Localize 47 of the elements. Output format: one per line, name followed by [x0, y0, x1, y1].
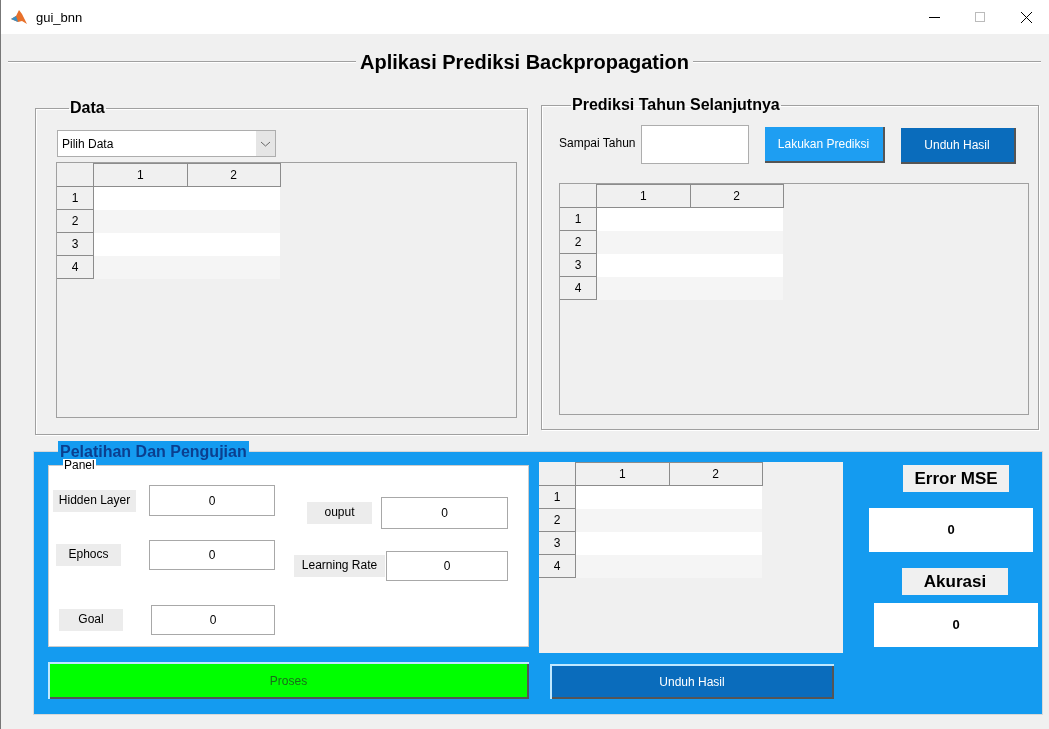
row-header: 2 [539, 508, 576, 532]
row-header: 3 [560, 253, 597, 277]
number-field[interactable]: 0 [386, 551, 508, 581]
panel-title: Panel [63, 459, 96, 471]
app-icon [10, 8, 28, 26]
field-label: ouput [307, 502, 372, 524]
row-header: 2 [560, 230, 597, 254]
group-title: Prediksi Tahun Selanjutnya [571, 95, 781, 115]
row-header: 4 [539, 554, 576, 578]
field-label: Hidden Layer [53, 489, 136, 512]
row-header: 4 [57, 255, 94, 279]
row-header: 3 [539, 531, 576, 555]
year-field[interactable] [640, 125, 749, 164]
row-header: 1 [560, 207, 597, 231]
metric-label: Akurasi [902, 568, 1008, 595]
metric-value: 0 [874, 603, 1038, 647]
data-dropdown[interactable]: Pilih Data [57, 130, 276, 157]
window-title: gui_bnn [36, 9, 83, 25]
number-field[interactable]: 0 [149, 540, 275, 570]
number-field[interactable]: 0 [149, 485, 275, 516]
column-header: 1 [93, 163, 187, 187]
close-icon [1020, 11, 1032, 23]
year-label: Sampai Tahun [559, 136, 636, 150]
group-title: Data [69, 98, 106, 118]
row-header: 4 [560, 276, 597, 300]
field-label: Goal [59, 609, 123, 631]
row-header: 3 [57, 232, 94, 256]
column-header: 2 [187, 163, 280, 187]
column-header: 1 [575, 462, 669, 486]
metric-label: Error MSE [903, 465, 1009, 492]
number-field[interactable]: 0 [381, 497, 508, 529]
column-header: 2 [669, 462, 762, 486]
number-field[interactable]: 0 [151, 605, 275, 635]
field-label: Learning Rate [294, 555, 385, 577]
row-header: 2 [57, 209, 94, 233]
action-button[interactable]: Proses [48, 662, 529, 699]
maximize-icon [975, 12, 985, 22]
field-label: Ephocs [56, 544, 121, 566]
app-heading: Aplikasi Prediksi Backpropagation [360, 50, 689, 74]
column-header: 1 [596, 184, 690, 208]
row-header: 1 [57, 186, 94, 210]
action-button[interactable]: Unduh Hasil [900, 128, 1016, 164]
row-header: 1 [539, 485, 576, 509]
minimize-icon [928, 16, 940, 18]
action-button[interactable]: Unduh Hasil [550, 664, 834, 699]
column-header: 2 [690, 184, 783, 208]
metric-value: 0 [869, 508, 1033, 552]
